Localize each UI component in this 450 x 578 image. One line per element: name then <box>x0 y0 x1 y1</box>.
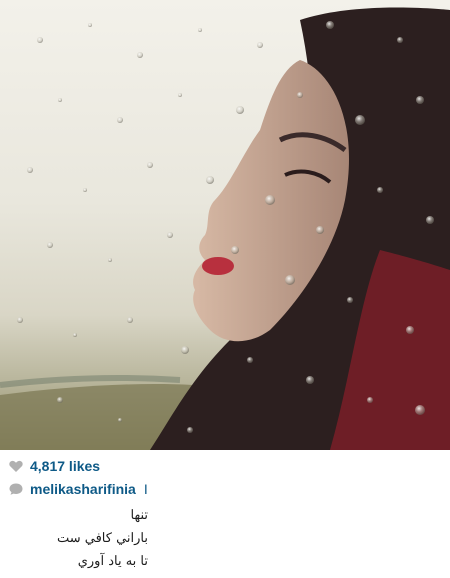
caption-line: باراني كافي ست <box>56 531 148 546</box>
treeline <box>0 374 181 388</box>
author-row: melikasharifinia I <box>8 481 148 497</box>
author-username[interactable]: melikasharifinia <box>30 481 136 497</box>
post-photo[interactable] <box>0 0 450 450</box>
photo-illustration <box>0 7 450 450</box>
likes-count[interactable]: 4,817 likes <box>30 458 100 474</box>
comment-icon <box>8 481 24 497</box>
likes-row[interactable]: 4,817 likes <box>8 458 100 474</box>
caption: تنها باراني كافي ست تا به ياد آوري <box>8 504 148 573</box>
text-cursor: I <box>143 481 148 497</box>
lips <box>202 257 234 275</box>
instagram-post: 4,817 likes melikasharifinia I تنها بارا… <box>0 0 450 578</box>
caption-line: تا به ياد آوري <box>77 554 148 569</box>
post-meta: 4,817 likes melikasharifinia I تنها بارا… <box>0 450 450 578</box>
heart-icon[interactable] <box>8 458 24 474</box>
caption-line: تنها <box>130 508 149 523</box>
